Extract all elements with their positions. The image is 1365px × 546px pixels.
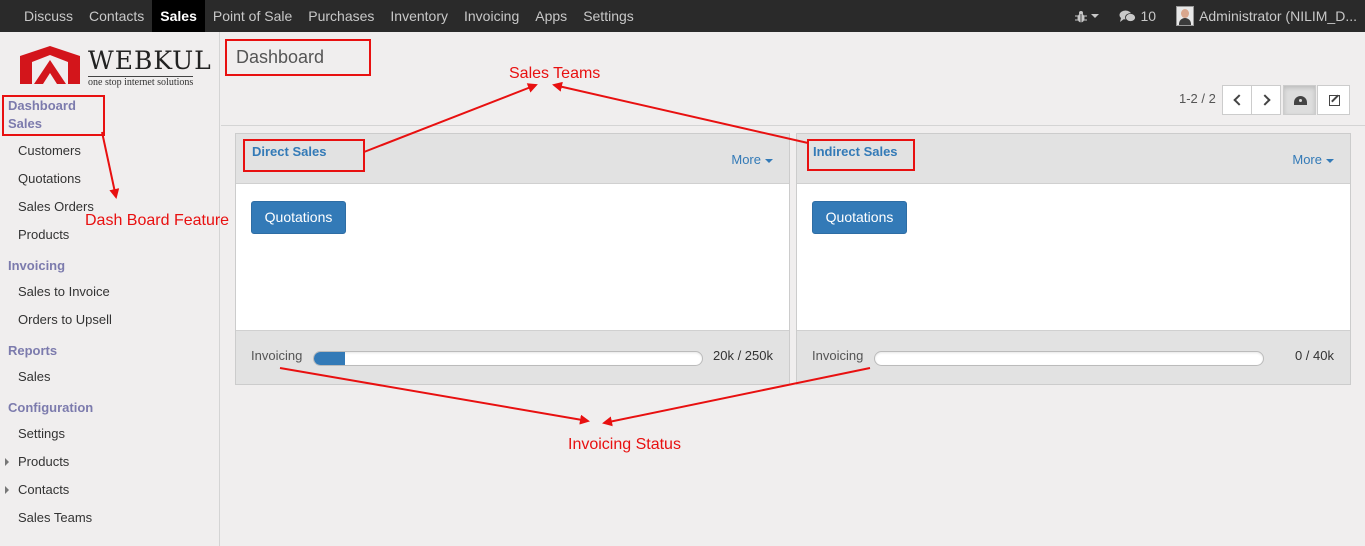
- messages-menu[interactable]: 10: [1119, 8, 1156, 24]
- invoicing-progress-bar: [874, 351, 1264, 366]
- messages-count: 10: [1140, 8, 1157, 24]
- quotations-button[interactable]: Quotations: [251, 201, 346, 234]
- sidebar-item-config-contacts[interactable]: Contacts: [5, 482, 70, 497]
- sidebar-section-invoicing[interactable]: Invoicing: [8, 258, 65, 273]
- team-name[interactable]: Direct Sales: [252, 144, 326, 159]
- menu-sales[interactable]: Sales: [152, 0, 205, 32]
- user-menu[interactable]: Administrator (NILIM_D...: [1176, 6, 1357, 26]
- menu-contacts[interactable]: Contacts: [81, 0, 152, 32]
- more-label: More: [1292, 152, 1322, 167]
- caret-right-icon: [5, 458, 9, 466]
- sidebar-section-configuration[interactable]: Configuration: [8, 400, 93, 415]
- team-card-indirect-sales: Indirect Sales More Quotations Invoicing…: [796, 133, 1351, 385]
- sidebar: WEBKUL one stop internet solutions Dashb…: [0, 32, 220, 546]
- main-content: Dashboard 1-2 / 2 Direct Sales More Quot…: [221, 32, 1365, 546]
- annotation-dashboard-feature: Dash Board Feature: [85, 212, 230, 229]
- sidebar-item-sales-report[interactable]: Sales: [18, 369, 51, 384]
- card-footer: Invoicing 0 / 40k: [797, 330, 1350, 384]
- app-menu: Discuss Contacts Sales Point of Sale Pur…: [16, 0, 642, 32]
- chevron-right-icon: [1259, 94, 1271, 106]
- menu-purchases[interactable]: Purchases: [300, 0, 382, 32]
- caret-down-icon: [1326, 158, 1334, 163]
- caret-right-icon: [5, 486, 9, 494]
- systray: 10 Administrator (NILIM_D...: [1075, 0, 1365, 32]
- dashboard-view-button[interactable]: [1283, 85, 1316, 115]
- menu-discuss[interactable]: Discuss: [16, 0, 81, 32]
- company-logo[interactable]: WEBKUL one stop internet solutions: [20, 46, 211, 88]
- logo-text: WEBKUL: [88, 46, 212, 75]
- pager-previous-button[interactable]: [1222, 85, 1252, 115]
- invoicing-value[interactable]: 0 / 40k: [1295, 348, 1334, 363]
- sidebar-item-sales-orders[interactable]: Sales Orders: [18, 199, 94, 214]
- quotations-button[interactable]: Quotations: [812, 201, 907, 234]
- control-panel: Dashboard 1-2 / 2: [221, 32, 1365, 126]
- annotation-invoicing-status: Invoicing Status: [568, 436, 681, 453]
- team-name[interactable]: Indirect Sales: [813, 144, 898, 159]
- card-footer: Invoicing 20k / 250k: [236, 330, 789, 384]
- sidebar-item-config-products[interactable]: Products: [5, 454, 70, 469]
- card-header: Direct Sales More: [236, 134, 789, 184]
- edit-icon: [1329, 95, 1340, 106]
- more-label: More: [731, 152, 761, 167]
- sidebar-item-label: Contacts: [18, 482, 70, 497]
- avatar: [1176, 6, 1195, 26]
- sidebar-item-products[interactable]: Products: [18, 227, 69, 242]
- sidebar-item-customers[interactable]: Customers: [18, 143, 81, 158]
- menu-invoicing[interactable]: Invoicing: [456, 0, 527, 32]
- invoicing-progress-bar: [313, 351, 703, 366]
- menu-point-of-sale[interactable]: Point of Sale: [205, 0, 300, 32]
- sidebar-item-sales-teams[interactable]: Sales Teams: [18, 510, 92, 525]
- annotation-sales-teams: Sales Teams: [509, 65, 601, 82]
- menu-apps[interactable]: Apps: [527, 0, 575, 32]
- debug-menu[interactable]: [1075, 10, 1100, 23]
- card-header: Indirect Sales More: [797, 134, 1350, 184]
- logo-tagline: one stop internet solutions: [88, 76, 194, 88]
- dashboard-icon: [1294, 96, 1307, 105]
- form-view-button[interactable]: [1317, 85, 1350, 115]
- sidebar-section-sales[interactable]: Sales: [8, 116, 42, 131]
- comments-icon: [1119, 10, 1137, 22]
- team-card-direct-sales: Direct Sales More Quotations Invoicing 2…: [235, 133, 790, 385]
- chevron-down-icon: [1091, 14, 1100, 18]
- more-dropdown[interactable]: More: [731, 152, 773, 167]
- webkul-logo-icon: [20, 46, 80, 84]
- sidebar-item-quotations[interactable]: Quotations: [18, 171, 81, 186]
- chevron-left-icon: [1233, 94, 1245, 106]
- sidebar-item-settings[interactable]: Settings: [18, 426, 65, 441]
- caret-down-icon: [765, 158, 773, 163]
- sidebar-item-sales-to-invoice[interactable]: Sales to Invoice: [18, 284, 110, 299]
- top-navbar: Discuss Contacts Sales Point of Sale Pur…: [0, 0, 1365, 32]
- sidebar-section-reports[interactable]: Reports: [8, 343, 57, 358]
- pager-value[interactable]: 1-2 / 2: [1179, 91, 1216, 106]
- menu-inventory[interactable]: Inventory: [382, 0, 456, 32]
- more-dropdown[interactable]: More: [1292, 152, 1334, 167]
- progress-fill: [314, 352, 346, 365]
- breadcrumb: Dashboard: [236, 47, 325, 67]
- bug-icon: [1075, 10, 1088, 22]
- invoicing-label: Invoicing: [812, 348, 864, 363]
- sidebar-item-orders-to-upsell[interactable]: Orders to Upsell: [18, 312, 112, 327]
- pager-next-button[interactable]: [1251, 85, 1281, 115]
- sidebar-section-dashboard[interactable]: Dashboard: [8, 98, 76, 113]
- invoicing-value[interactable]: 20k / 250k: [713, 348, 773, 363]
- user-name: Administrator (NILIM_D...: [1199, 8, 1357, 24]
- invoicing-label: Invoicing: [251, 348, 303, 363]
- sidebar-item-label: Products: [18, 454, 70, 469]
- menu-settings[interactable]: Settings: [575, 0, 642, 32]
